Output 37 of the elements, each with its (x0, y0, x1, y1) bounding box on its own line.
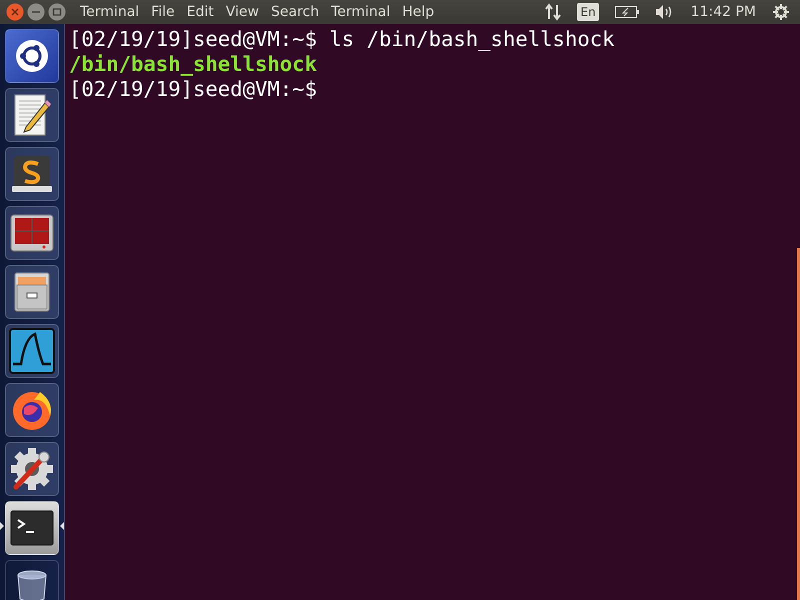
battery-icon[interactable] (614, 6, 639, 18)
launcher-item[interactable] (5, 147, 59, 201)
command-text: ls /bin/bash_shellshock (329, 27, 615, 52)
menu-item[interactable]: View (220, 4, 265, 20)
shark-fin-icon (9, 328, 55, 374)
launcher-item[interactable] (5, 383, 59, 437)
launcher-item[interactable] (5, 206, 59, 260)
launcher-item[interactable] (5, 29, 59, 83)
launcher-item[interactable] (5, 442, 59, 496)
keyboard-layout-indicator[interactable]: En (577, 3, 599, 21)
system-settings-icon (9, 446, 55, 492)
shell-prompt: [02/19/19]seed@VM:~$ (69, 27, 317, 52)
close-icon[interactable] (6, 3, 24, 21)
menu-item[interactable]: Terminal (325, 4, 396, 20)
launcher-item[interactable] (5, 560, 59, 600)
workspace-switcher-icon (10, 214, 54, 252)
command-output: /bin/bash_shellshock (69, 52, 317, 77)
ubuntu-logo-icon (14, 38, 50, 74)
menu-item[interactable]: File (145, 4, 181, 20)
app-title: Terminal (80, 4, 140, 20)
launcher-item[interactable] (5, 265, 59, 319)
terminal-icon (10, 510, 54, 546)
menu-item[interactable]: Help (396, 4, 440, 20)
clock[interactable]: 11:42 PM (690, 4, 756, 20)
text-editor-icon (12, 93, 52, 137)
menu-item[interactable]: Edit (180, 4, 220, 20)
maximize-icon[interactable] (48, 3, 66, 21)
minimize-icon[interactable] (27, 3, 45, 21)
menu-item[interactable]: Search (264, 4, 326, 20)
sublime-text-icon (10, 154, 54, 194)
launcher-item[interactable] (5, 88, 59, 142)
launcher-item[interactable] (5, 324, 59, 378)
launcher-item[interactable] (5, 501, 59, 555)
shell-prompt: [02/19/19]seed@VM:~$ (69, 77, 317, 102)
settings-icon[interactable] (772, 3, 790, 21)
network-icon[interactable] (545, 3, 562, 21)
file-cabinet-icon (13, 271, 51, 313)
